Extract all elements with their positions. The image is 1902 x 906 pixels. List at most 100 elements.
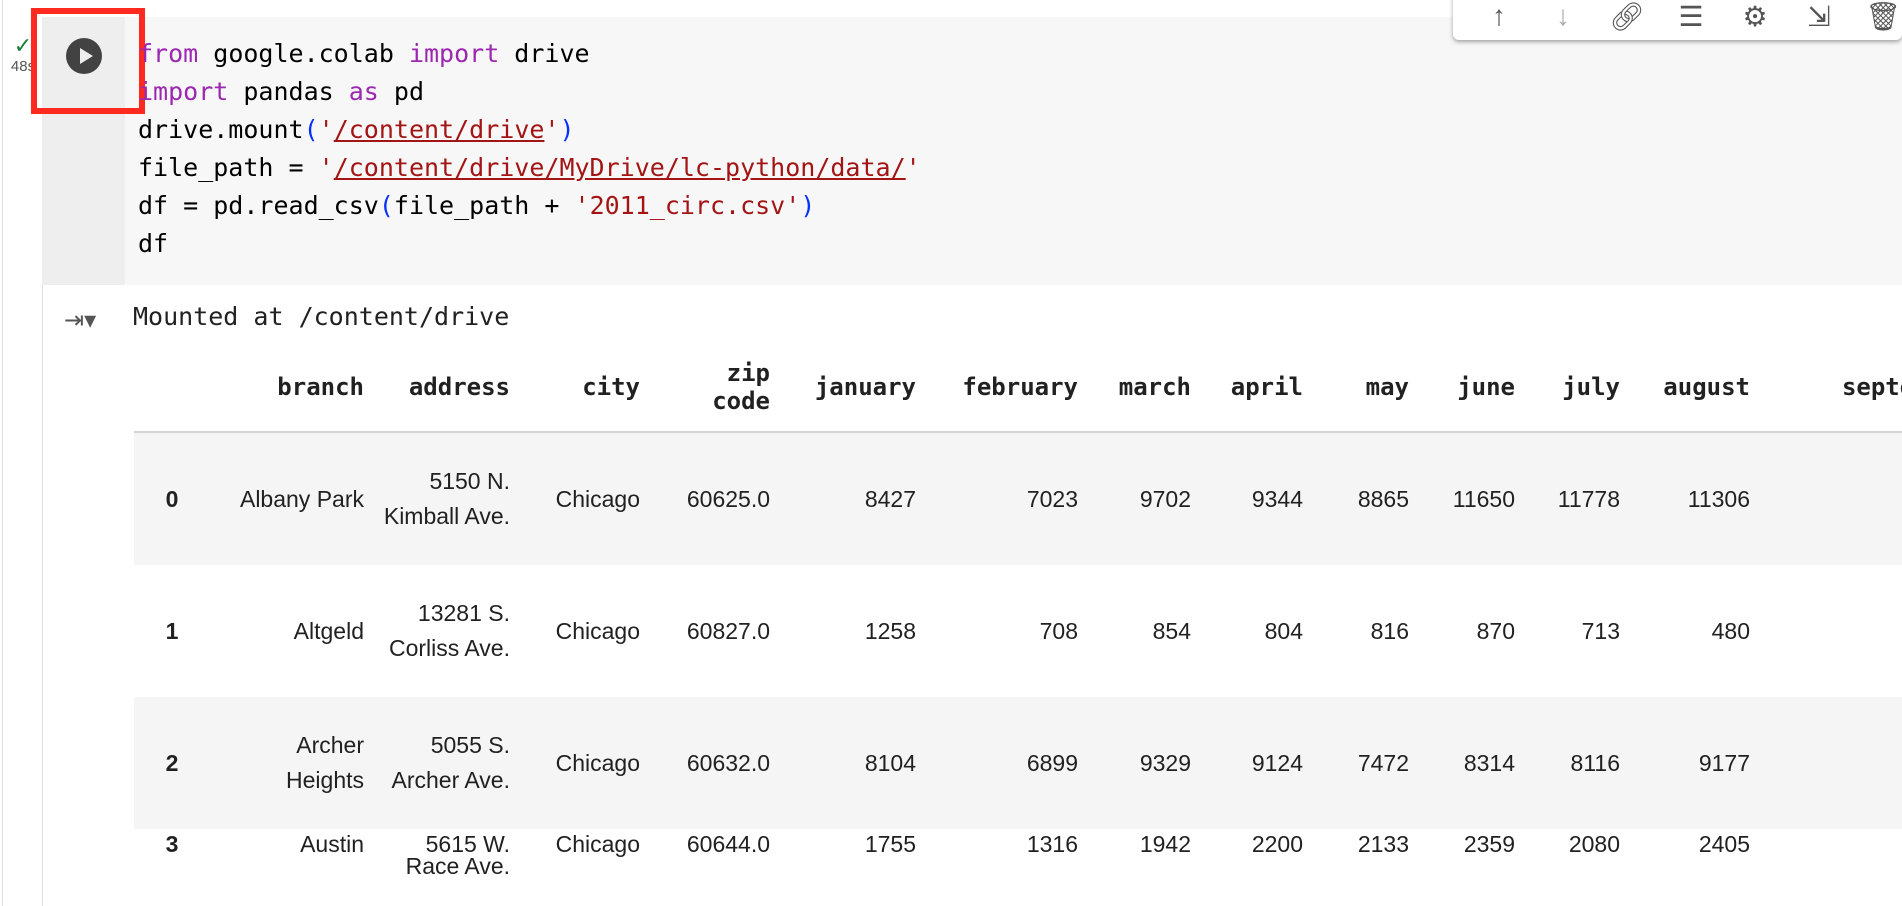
column-header: city bbox=[518, 343, 648, 433]
code-line: from google.colab import drive bbox=[138, 35, 921, 73]
code-token: drive bbox=[499, 39, 590, 68]
code-token: df bbox=[138, 229, 169, 258]
table-cell: 8314 bbox=[1417, 697, 1523, 829]
table-cell: Chicago bbox=[518, 697, 648, 829]
row-index: 3 bbox=[165, 831, 179, 857]
table-cell: 5055 S. Archer Ave. bbox=[372, 697, 518, 829]
gutter-divider bbox=[2, 0, 3, 906]
table-cell: 903 bbox=[1758, 697, 1902, 829]
mirror-cell-icon[interactable]: ⇲ bbox=[1787, 0, 1851, 36]
cell-toolbar: ↑ ↓ 🔗︎ ☰ ⚙ ⇲ 🗑︎ bbox=[1453, 0, 1902, 40]
column-header: address bbox=[372, 343, 518, 433]
output-actions-icon[interactable]: ⇥▾ bbox=[64, 306, 108, 336]
table-cell: 241 bbox=[1758, 829, 1902, 877]
column-header: september bbox=[1758, 343, 1902, 433]
code-token: ' bbox=[544, 115, 560, 144]
table-row: 2 Archer Heights 5055 S. Archer Ave. Chicag… bbox=[134, 697, 1902, 829]
table-cell: 11778 bbox=[1523, 432, 1628, 565]
column-header: august bbox=[1628, 343, 1758, 433]
table-cell: 11650 bbox=[1417, 432, 1523, 565]
code-token: pandas bbox=[228, 77, 349, 106]
table-cell: 60632.0 bbox=[648, 697, 778, 829]
table-cell: 5150 N. Kimball Ave. bbox=[372, 432, 518, 565]
code-line: df bbox=[138, 225, 921, 263]
table-cell: 1942 bbox=[1139, 831, 1191, 857]
table-cell: 804 bbox=[1264, 617, 1303, 644]
code-line: file_path = '/content/drive/MyDrive/lc-p… bbox=[138, 149, 921, 187]
gear-icon[interactable]: ⚙ bbox=[1723, 0, 1787, 36]
code-token: /content/drive/MyDrive/lc-python/data/ bbox=[333, 153, 906, 182]
code-line: df = pd.read_csv(file_path + '2011_circ.… bbox=[138, 187, 921, 225]
column-header: april bbox=[1199, 343, 1311, 433]
code-token: file_path = bbox=[138, 153, 319, 182]
column-header: july bbox=[1523, 343, 1628, 433]
table-cell: 8116 bbox=[1523, 697, 1628, 829]
code-token: import bbox=[408, 39, 500, 68]
table-row: 0 Albany Park 5150 N. Kimball Ave. Chicago 6… bbox=[134, 432, 1902, 565]
arrow-down-icon[interactable]: ↓ bbox=[1531, 0, 1595, 36]
code-token: /content/drive bbox=[333, 115, 545, 144]
code-token: ) bbox=[559, 115, 575, 144]
code-token: ) bbox=[800, 191, 816, 220]
table-cell: 9177 bbox=[1628, 697, 1758, 829]
column-header bbox=[134, 343, 210, 433]
code-token: pd bbox=[378, 77, 424, 106]
table-cell: 9344 bbox=[1199, 432, 1311, 565]
table-cell: 1040 bbox=[1758, 432, 1902, 565]
table-cell: 2080 bbox=[1568, 831, 1620, 857]
table-cell: 713 bbox=[1581, 617, 1620, 644]
table-cell: Archer Heights bbox=[210, 697, 372, 829]
column-header: branch bbox=[210, 343, 372, 433]
table-cell: 7023 bbox=[924, 432, 1086, 565]
table-cell: 854 bbox=[1152, 617, 1191, 644]
dataframe-table: branch address city zip code january february… bbox=[134, 343, 1902, 877]
table-header: branch address city zip code january february… bbox=[134, 343, 1902, 433]
table-cell: 8104 bbox=[778, 697, 924, 829]
table-cell: 5615 W. Race Ave. bbox=[405, 831, 510, 878]
table-cell: 708 bbox=[1039, 617, 1078, 644]
row-index: 0 bbox=[134, 432, 210, 565]
table-row: 1 Altgeld 13281 S. Corliss Ave. Chicago 6082… bbox=[134, 565, 1902, 697]
table-cell: 816 bbox=[1370, 617, 1409, 644]
code-token: ' bbox=[318, 153, 334, 182]
table-cell: 1258 bbox=[864, 617, 916, 644]
table-cell: Chicago bbox=[518, 432, 648, 565]
row-index: 1 bbox=[165, 617, 179, 644]
table-cell: 480 bbox=[1711, 617, 1750, 644]
code-token: df = pd.read_csv bbox=[138, 191, 379, 220]
table-row: 3 Austin 5615 W. Race Ave. Chicago 60644.0 17… bbox=[134, 829, 1902, 878]
code-token: ' bbox=[318, 115, 334, 144]
column-header: zip code bbox=[648, 343, 778, 433]
column-header: may bbox=[1311, 343, 1417, 433]
code-token: as bbox=[348, 77, 379, 106]
table-cell: 8865 bbox=[1311, 432, 1417, 565]
link-icon[interactable]: 🔗︎ bbox=[1595, 0, 1659, 36]
table-cell: 2359 bbox=[1463, 831, 1515, 857]
row-index: 2 bbox=[134, 697, 210, 829]
arrow-up-icon[interactable]: ↑ bbox=[1467, 0, 1531, 36]
code-token: ( bbox=[303, 115, 319, 144]
column-header: june bbox=[1417, 343, 1523, 433]
table-cell: 8427 bbox=[778, 432, 924, 565]
delete-icon[interactable]: 🗑︎ bbox=[1851, 0, 1902, 36]
table-cell: Austin bbox=[300, 831, 364, 857]
code-token: '2011_circ.csv' bbox=[574, 191, 801, 220]
comment-icon[interactable]: ☰ bbox=[1659, 0, 1723, 36]
table-cell: Chicago bbox=[555, 617, 640, 644]
table-cell: 9329 bbox=[1086, 697, 1199, 829]
table-cell: 7472 bbox=[1311, 697, 1417, 829]
code-line: drive.mount('/content/drive') bbox=[138, 111, 921, 149]
table-cell: 60625.0 bbox=[648, 432, 778, 565]
table-cell: 2200 bbox=[1251, 831, 1303, 857]
table-cell: 1755 bbox=[864, 831, 916, 857]
table-cell: 60644.0 bbox=[686, 831, 770, 857]
table-cell: 13281 S. Corliss Ave. bbox=[388, 600, 510, 661]
table-cell: 2133 bbox=[1357, 831, 1409, 857]
code-token: file_path + bbox=[393, 191, 575, 220]
table-cell: 9702 bbox=[1086, 432, 1199, 565]
code-token: google.colab bbox=[198, 39, 409, 68]
code-token: ' bbox=[905, 153, 921, 182]
table-cell: 70 bbox=[1758, 565, 1902, 697]
code-editor[interactable]: from google.colab import drive import pan… bbox=[138, 35, 921, 263]
table-cell: 1316 bbox=[1026, 831, 1078, 857]
